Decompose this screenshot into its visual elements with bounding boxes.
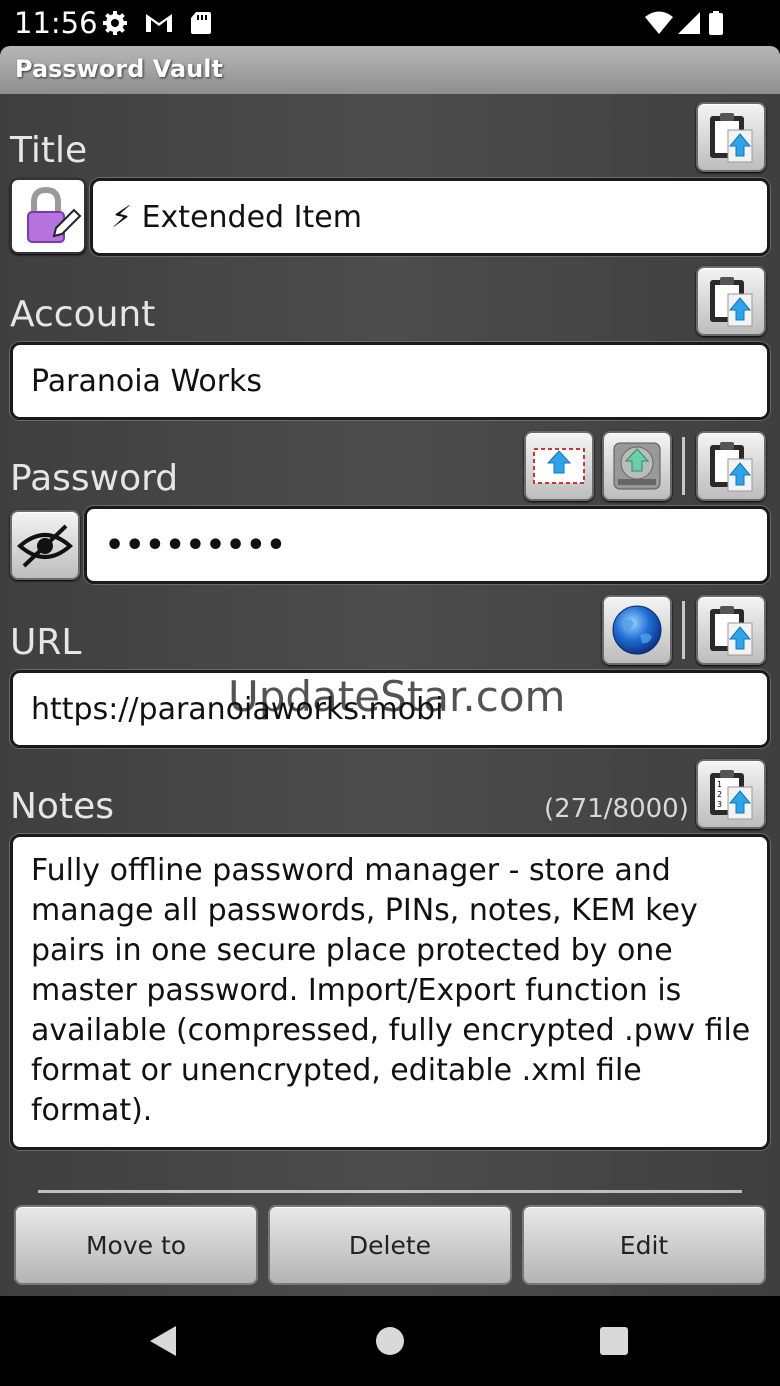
send-password-button[interactable] [524, 431, 594, 501]
status-bar: 11:56 [0, 0, 780, 46]
clipboard-copy-icon [710, 277, 753, 327]
toolbar-separator [682, 437, 685, 495]
svg-text:1: 1 [717, 780, 722, 789]
svg-text:2: 2 [717, 790, 722, 799]
back-icon[interactable] [146, 1324, 180, 1358]
move-to-button[interactable]: Move to [14, 1205, 258, 1285]
send-envelope-icon [533, 448, 585, 484]
toggle-password-visibility-button[interactable] [10, 510, 80, 580]
open-url-button[interactable] [602, 595, 672, 665]
globe-icon [612, 605, 662, 655]
divider [38, 1190, 742, 1193]
item-detail: Title ⚡ Extended Item Account Paranoia W… [0, 94, 780, 1296]
navigation-bar [0, 1296, 780, 1386]
clipboard-copy-icon [710, 113, 753, 163]
notes-label: Notes [10, 786, 114, 827]
password-copy-button[interactable] [696, 431, 766, 501]
recents-icon[interactable] [599, 1326, 629, 1356]
edit-button[interactable]: Edit [522, 1205, 766, 1285]
lock-edit-icon [27, 186, 82, 243]
account-field[interactable]: Paranoia Works [10, 342, 770, 420]
battery-icon [709, 11, 723, 35]
clipboard-copy-icon [710, 606, 753, 656]
delete-button[interactable]: Delete [268, 1205, 512, 1285]
gmail-icon [146, 14, 172, 32]
storage-upload-icon [613, 442, 661, 490]
svg-text:3: 3 [717, 800, 722, 809]
app-bar: Password Vault [0, 46, 780, 94]
account-label: Account [10, 294, 156, 335]
sd-card-icon [191, 12, 211, 34]
notes-character-counter: (271/8000) [544, 794, 689, 824]
url-label: URL [10, 622, 82, 663]
store-password-button[interactable] [602, 431, 672, 501]
home-icon[interactable] [374, 1325, 406, 1357]
url-copy-button[interactable] [696, 595, 766, 665]
wifi-icon [645, 11, 673, 34]
title-label: Title [10, 130, 88, 171]
title-icon-button[interactable] [10, 178, 86, 254]
status-time: 11:56 [14, 6, 98, 40]
eye-hidden-icon [16, 524, 74, 568]
account-copy-button[interactable] [696, 266, 766, 336]
url-field[interactable]: https://paranoiaworks.mobi [10, 670, 770, 748]
app-title: Password Vault [15, 55, 223, 83]
toolbar-separator [682, 601, 685, 659]
notes-copy-button[interactable]: 1 2 3 [696, 759, 766, 829]
clipboard-copy-icon [710, 442, 753, 492]
password-label: Password [10, 458, 179, 499]
title-copy-button[interactable] [696, 102, 766, 172]
notes-field[interactable]: Fully offline password manager - store a… [10, 834, 770, 1150]
gear-icon [103, 11, 127, 35]
password-field[interactable]: ••••••••• [84, 506, 770, 584]
clipboard-numbered-copy-icon: 1 2 3 [710, 770, 753, 820]
signal-icon [678, 12, 700, 34]
title-field[interactable]: ⚡ Extended Item [90, 178, 770, 256]
